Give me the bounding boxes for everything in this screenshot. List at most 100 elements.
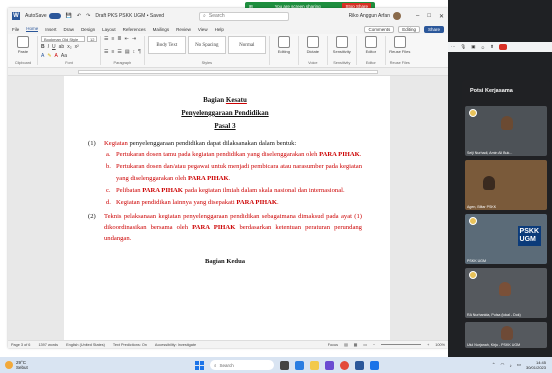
menu-draw[interactable]: Draw xyxy=(64,27,75,32)
language-status[interactable]: English (United States) xyxy=(66,343,105,347)
chevron-up-icon[interactable]: ⌃ xyxy=(492,362,496,368)
sensitivity-button[interactable]: Sensitivity xyxy=(331,36,353,54)
focus-button[interactable]: Focus xyxy=(328,343,338,347)
font-name-select[interactable]: Bookman Old Style xyxy=(41,36,85,42)
minimize-icon[interactable]: – xyxy=(416,13,419,20)
align-center-icon[interactable]: ≡ xyxy=(111,49,114,55)
page-count[interactable]: Page 3 of 6 xyxy=(11,343,30,347)
increase-indent-icon[interactable]: ⇥ xyxy=(132,36,136,42)
style-normal[interactable]: Normal xyxy=(227,36,266,54)
list-tail: . xyxy=(228,175,231,182)
italic-icon[interactable]: I xyxy=(48,44,49,50)
style-body-text[interactable]: Body Text xyxy=(147,36,186,54)
read-mode-icon[interactable]: ▤ xyxy=(344,342,348,347)
camera-icon[interactable]: ▣ xyxy=(471,44,475,50)
chrome-icon[interactable] xyxy=(340,360,349,370)
task-view-icon[interactable] xyxy=(280,360,289,370)
strikethrough-icon[interactable]: ab xyxy=(59,44,65,50)
multilevel-list-icon[interactable]: ≣ xyxy=(117,36,121,42)
font-color-icon[interactable]: A xyxy=(55,53,58,59)
more-options-icon[interactable]: ⋯ xyxy=(451,44,456,50)
close-icon[interactable]: ✕ xyxy=(439,13,444,20)
menu-file[interactable]: File xyxy=(12,27,19,32)
document-page[interactable]: Bagian Kesatu Penyelenggaraan Pendidikan… xyxy=(64,76,390,340)
print-layout-icon[interactable]: ▦ xyxy=(354,342,358,347)
superscript-icon[interactable]: x² xyxy=(75,44,79,50)
participant-tile[interactable]: RA Nurhanida, Pulsa (lokal - Dok) xyxy=(465,268,547,318)
bullets-icon[interactable]: ☰ xyxy=(104,36,108,42)
list-text: Pertukaran dosen dan/atau pegawai untuk … xyxy=(116,161,362,185)
editor-button[interactable]: Editor xyxy=(360,36,382,54)
search-box[interactable]: ⌕ Search xyxy=(199,11,290,21)
battery-icon[interactable]: ▭ xyxy=(517,362,521,368)
store-icon[interactable] xyxy=(325,360,334,370)
maximize-icon[interactable]: □ xyxy=(427,13,431,20)
people-icon[interactable]: ☺ xyxy=(480,45,485,50)
menu-home[interactable]: Home xyxy=(26,26,39,32)
edge-icon[interactable] xyxy=(295,360,304,370)
user-account[interactable]: Riko Anggun Arfan xyxy=(349,12,401,20)
menu-mailings[interactable]: Mailings xyxy=(153,27,170,32)
avatar[interactable] xyxy=(393,12,401,20)
bold-icon[interactable]: B xyxy=(41,44,45,50)
accessibility-status[interactable]: Accessibility: Investigate xyxy=(155,343,196,347)
share-button[interactable]: Share xyxy=(423,25,444,33)
participant-tile[interactable]: Agen, Blitar PSKK xyxy=(465,160,547,210)
comments-button[interactable]: Comments xyxy=(364,25,395,33)
menu-help[interactable]: Help xyxy=(215,27,224,32)
wifi-icon[interactable]: ◠ xyxy=(501,362,505,368)
autosave-toggle[interactable] xyxy=(48,13,61,19)
menu-references[interactable]: References xyxy=(123,27,146,32)
editing-mode-button[interactable]: Editing xyxy=(398,25,420,33)
text-effects-icon[interactable]: A xyxy=(41,53,44,59)
screen-share-icon[interactable]: ⬆ xyxy=(490,44,494,50)
app-taskbar-icon[interactable] xyxy=(370,360,379,370)
highlight-icon[interactable]: ✎ xyxy=(47,53,51,59)
web-layout-icon[interactable]: ▭ xyxy=(363,342,367,347)
mic-icon[interactable]: 🎙 xyxy=(461,44,467,50)
decrease-indent-icon[interactable]: ⇤ xyxy=(125,36,129,42)
text-predictions-status[interactable]: Text Predictions: On xyxy=(113,343,147,347)
participant-tile[interactable]: PSKK UGM PSKK UGM xyxy=(465,214,547,264)
undo-icon[interactable]: ↶ xyxy=(77,13,81,19)
weather-widget[interactable]: 29°C Sebut xyxy=(5,360,28,370)
ruler[interactable] xyxy=(8,68,448,76)
start-icon[interactable] xyxy=(195,360,204,370)
save-icon[interactable]: 💾 xyxy=(66,13,72,19)
menu-design[interactable]: Design xyxy=(81,27,95,32)
style-no-spacing[interactable]: No Spacing xyxy=(187,36,226,54)
volume-icon[interactable]: ♪ xyxy=(509,363,511,368)
autosave[interactable]: AutoSave xyxy=(25,13,61,19)
zoom-out-icon[interactable]: − xyxy=(373,343,375,347)
justify-icon[interactable]: ▤ xyxy=(125,49,130,55)
reuse-files-button[interactable]: Reuse Files xyxy=(389,36,411,54)
participant-tile[interactable]: Ulul Nurjanah, Kirju - PSKK UGM xyxy=(465,322,547,348)
menu-insert[interactable]: Insert xyxy=(45,27,56,32)
editing-button[interactable]: Editing xyxy=(273,36,295,54)
word-taskbar-icon[interactable] xyxy=(355,360,364,370)
menu-layout[interactable]: Layout xyxy=(102,27,116,32)
word-count[interactable]: 1397 words xyxy=(38,343,58,347)
zoom-level[interactable]: 100% xyxy=(435,343,445,347)
redo-icon[interactable]: ↷ xyxy=(86,13,90,19)
numbering-icon[interactable]: ≡ xyxy=(111,36,114,42)
paste-button[interactable]: Paste xyxy=(12,36,34,54)
zoom-slider[interactable] xyxy=(381,344,422,345)
clock[interactable]: 14:45 30/01/2023 xyxy=(526,360,546,370)
file-explorer-icon[interactable] xyxy=(310,360,319,370)
participant-tile[interactable]: Seiji Nurhadi, Amin Ali Buk... xyxy=(465,106,547,156)
taskbar-search[interactable]: ⌕ Search xyxy=(210,360,274,370)
menu-review[interactable]: Review xyxy=(176,27,191,32)
leave-call-button[interactable] xyxy=(498,44,507,50)
dictate-button[interactable]: Dictate xyxy=(302,36,324,54)
align-right-icon[interactable]: ☰ xyxy=(117,49,121,55)
sort-icon[interactable]: ↕ xyxy=(133,49,136,55)
subscript-icon[interactable]: x₂ xyxy=(67,44,71,50)
menu-view[interactable]: View xyxy=(198,27,208,32)
change-case-icon[interactable]: Aa xyxy=(61,53,67,59)
font-size-select[interactable]: 12 xyxy=(87,36,97,42)
align-left-icon[interactable]: ☰ xyxy=(104,49,108,55)
zoom-in-icon[interactable]: + xyxy=(427,343,429,347)
underline-icon[interactable]: U xyxy=(52,44,56,50)
pilcrow-icon[interactable]: ¶ xyxy=(138,49,141,55)
